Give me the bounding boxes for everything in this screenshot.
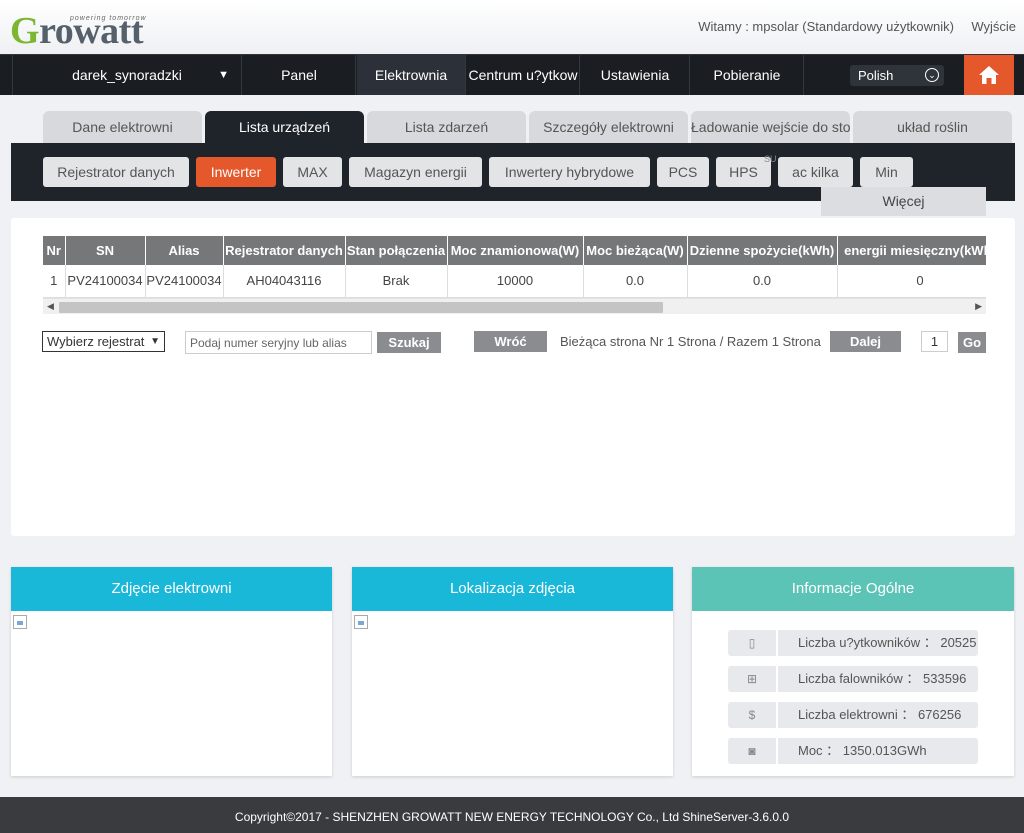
info-row-users: ▯ Liczba u?ytkowników ： 20525 [728,630,978,656]
location-photo-title: Lokalizacja zdjęcia [352,567,673,611]
cell-daily-energy: 0.0 [687,265,838,298]
nav-item-settings[interactable]: Ustawienia [581,55,690,95]
search-input[interactable] [185,331,372,354]
device-tab-min[interactable]: Min [860,157,913,187]
cell-rated-power: 10000 [447,265,584,298]
cell-alias: PV24100034 [145,265,224,298]
plant-photo-card: Zdjęcie elektrowni [11,567,332,776]
column-header[interactable]: Moc znamionowa(W) [447,236,584,265]
tab-load-input[interactable]: Ładowanie wejście do sto [691,111,850,143]
plant-photo-title: Zdjęcie elektrowni [11,567,332,611]
broken-image-icon [354,615,368,629]
device-tab-storage[interactable]: Magazyn energii [349,157,482,187]
device-table-wrapper: Nr SN Alias Rejestrator danych Stan połą… [43,236,986,298]
language-label: Polish [858,68,894,83]
scroll-right-icon[interactable]: ▶ [975,301,982,312]
device-tab-pcs[interactable]: PCS [657,157,709,187]
scrollbar-thumb[interactable] [59,302,663,313]
location-photo-card: Lokalizacja zdjęcia [352,567,673,776]
cell-datalogger: AH04043116 [223,265,346,298]
general-info-title: Informacje Ogólne [692,567,1014,611]
user-dropdown[interactable]: darek_synoradzki ▼ [12,55,242,95]
tab-plant-data[interactable]: Dane elektrowni [43,111,202,143]
cell-nr: 1 [43,265,66,298]
column-header[interactable]: SN [65,236,146,265]
datalogger-select[interactable]: Wybierz rejestrat ▼ [42,331,165,352]
column-header[interactable]: Nr [43,236,66,265]
power-meter-icon: ◙ [728,738,778,764]
device-tab-datalogger[interactable]: Rejestrator danych [43,157,189,187]
home-button[interactable] [964,55,1014,95]
device-table: Nr SN Alias Rejestrator danych Stan połą… [43,236,986,298]
tab-device-list[interactable]: Lista urządzeń [205,111,364,143]
device-tab-ac-kilka[interactable]: ac kilka [778,157,853,187]
info-text: Liczba falowników ： 533596 [798,671,967,686]
cell-current-power: 0.0 [583,265,688,298]
column-header[interactable]: Dzienne spożycie(kWh) [687,236,838,265]
device-tab-inverter[interactable]: Inwerter [196,157,276,187]
general-info-card: Informacje Ogólne ▯ Liczba u?ytkowników … [692,567,1014,776]
language-select[interactable]: Polish ⌄ [850,65,944,86]
main-nav: darek_synoradzki ▼ Panel Elektrownia Cen… [0,54,1024,95]
welcome-text: Witamy : mpsolar (Standardowy użytkownik… [698,19,954,34]
search-button[interactable]: Szukaj [377,332,441,353]
growatt-logo[interactable]: powering tomorrow Growatt [10,8,155,52]
chevron-down-circle-icon: ⌄ [925,68,939,82]
info-row-plants: $ Liczba elektrowni ： 676256 [728,702,978,728]
nav-item-panel[interactable]: Panel [243,55,356,95]
broken-image-icon [13,615,27,629]
footer: Copyright©2017 - SHENZHEN GROWATT NEW EN… [0,797,1024,833]
column-header[interactable]: Alias [145,236,224,265]
go-button[interactable]: Go [958,332,986,353]
next-button[interactable]: Dalej [830,331,901,352]
table-row[interactable]: 1 PV24100034 PV24100034 AH04043116 Brak … [43,265,986,298]
tab-plant-details[interactable]: Szczegóły elektrowni [529,111,688,143]
user-name: darek_synoradzki [72,67,182,83]
cell-connection-status: Brak [345,265,448,298]
column-header[interactable]: Stan połączenia [345,236,448,265]
info-row-inverters: ⊞ Liczba falowników ： 533596 [728,666,978,692]
nav-item-elektrownia[interactable]: Elektrownia [357,55,466,95]
column-header[interactable]: Rejestrator danych [223,236,346,265]
table-header-row: Nr SN Alias Rejestrator danych Stan połą… [43,236,986,265]
cell-monthly-energy: 0 [837,265,986,298]
nav-item-downloads[interactable]: Pobieranie [691,55,804,95]
column-header[interactable]: energii miesięczny(kWh) [837,236,986,265]
info-row-power: ◙ Moc ： 1350.013GWh [728,738,978,764]
logout-link[interactable]: Wyjście [971,19,1016,34]
nav-item-user-center[interactable]: Centrum u?ytkow [467,55,580,95]
logo-text: Growatt [10,10,144,52]
info-text: Liczba elektrowni ： 676256 [798,707,962,722]
scroll-left-icon[interactable]: ◀ [47,301,54,312]
tab-plant-layout[interactable]: układ roślin [853,111,1012,143]
more-button[interactable]: Więcej [821,187,986,216]
tab-event-list[interactable]: Lista zdarzeń [367,111,526,143]
horizontal-scrollbar[interactable]: ◀ ▶ [43,298,986,314]
money-bag-icon: $ [728,702,778,728]
page-number-input[interactable]: 1 [921,331,948,352]
device-tab-max[interactable]: MAX [283,157,342,187]
user-phone-icon: ▯ [728,630,778,656]
cell-sn[interactable]: PV24100034 [65,265,146,298]
caret-down-icon: ▼ [150,336,160,347]
header: powering tomorrow Growatt Witamy : mpsol… [0,0,1024,54]
datalogger-select-value: Wybierz rejestrat [47,334,145,349]
info-text: Moc ： 1350.013GWh [798,743,927,758]
superscript-mark: SU [764,154,777,164]
device-tab-hps[interactable]: HPS [716,157,771,187]
device-tab-hybrid[interactable]: Inwertery hybrydowe [489,157,650,187]
page-info: Bieżąca strona Nr 1 Strona / Razem 1 Str… [560,334,821,349]
column-header[interactable]: Moc bieżąca(W) [583,236,688,265]
solar-panel-icon: ⊞ [728,666,778,692]
info-text: Liczba u?ytkowników ： 20525 [798,635,977,650]
home-icon [979,66,999,84]
caret-down-icon: ▼ [218,69,229,81]
back-button[interactable]: Wróć [474,331,547,352]
